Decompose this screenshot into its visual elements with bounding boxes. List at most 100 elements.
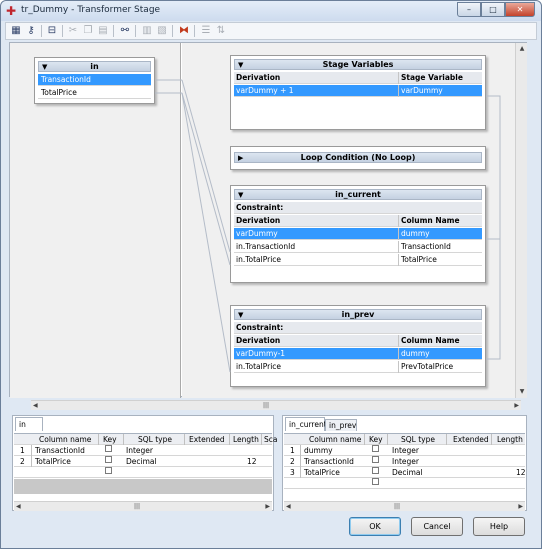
canvas-horizontal-scrollbar[interactable]: ◀ ||| ▶	[31, 400, 521, 410]
loop-condition-panel[interactable]: ▶ Loop Condition (No Loop)	[230, 146, 486, 170]
length-cell[interactable]: 12	[516, 467, 526, 478]
input-link-header[interactable]: ▼ in	[38, 61, 151, 72]
column-name-cell[interactable]: TransactionId	[401, 241, 451, 253]
collapse-triangle-icon[interactable]: ▼	[238, 60, 243, 70]
stage-variables-header[interactable]: ▼ Stage Variables	[234, 59, 482, 70]
input-column-row[interactable]: TransactionId	[38, 74, 151, 86]
loop-condition-header[interactable]: ▶ Loop Condition (No Loop)	[234, 152, 482, 163]
ok-button[interactable]: OK	[349, 517, 401, 536]
stage-variable-row[interactable]: varDummy + 1 varDummy	[234, 85, 482, 97]
column-name-cell[interactable]: TransactionId	[35, 445, 85, 456]
constraints-icon[interactable]: ⚷	[24, 24, 38, 38]
sql-type-cell[interactable]: Decimal	[392, 467, 423, 478]
column-name-cell[interactable]: TotalPrice	[304, 467, 340, 478]
close-button[interactable]: ✕	[505, 2, 535, 17]
table-row[interactable]: 2 TransactionId Integer	[284, 456, 525, 467]
input-link-in[interactable]: ▼ in TransactionId TotalPrice	[34, 57, 155, 104]
scroll-left-icon[interactable]: ◀	[286, 502, 291, 512]
expand-triangle-icon[interactable]: ▶	[238, 153, 243, 163]
key-checkbox[interactable]	[372, 478, 379, 485]
load-column-icon[interactable]: ▥	[140, 24, 154, 38]
grid-horizontal-scrollbar[interactable]: ◀ ||| ▶	[284, 501, 525, 511]
constraint-row[interactable]: Constraint:	[234, 322, 482, 334]
column-name-cell[interactable]: TotalPrice	[401, 254, 437, 266]
cancel-button[interactable]: Cancel	[411, 517, 463, 536]
table-row[interactable]: 3 TotalPrice Decimal 12	[284, 467, 526, 478]
scroll-left-icon[interactable]: ◀	[33, 401, 38, 411]
table-row[interactable]: 2 TotalPrice Decimal 12	[14, 456, 272, 467]
help-button[interactable]: Help	[473, 517, 525, 536]
canvas-vertical-scrollbar[interactable]: ▲ ▼	[515, 43, 527, 398]
paste-icon[interactable]: ▤	[96, 24, 110, 38]
table-row[interactable]: 1 TransactionId Integer	[14, 445, 272, 456]
collapse-triangle-icon[interactable]: ▼	[238, 190, 243, 200]
sql-type-cell[interactable]: Decimal	[126, 456, 157, 467]
stage-variable-cell[interactable]: varDummy	[401, 85, 443, 97]
scroll-right-icon[interactable]: ▶	[514, 401, 519, 411]
column-name-cell[interactable]: dummy	[401, 228, 430, 240]
scroll-down-icon[interactable]: ▼	[516, 386, 528, 397]
tab-in-prev[interactable]: in_prev	[325, 419, 357, 431]
scroll-left-icon[interactable]: ◀	[16, 502, 21, 512]
cut-icon[interactable]: ✂	[66, 24, 80, 38]
show-all-icon[interactable]: ⊟	[45, 24, 59, 38]
output-link-header[interactable]: ▼ in_current	[234, 189, 482, 200]
key-checkbox[interactable]	[372, 445, 379, 452]
table-row[interactable]: 1 dummy Integer	[284, 445, 525, 456]
table-row-new[interactable]	[284, 478, 525, 489]
minimize-button[interactable]: –	[457, 2, 481, 17]
copy-icon[interactable]: ❐	[81, 24, 95, 38]
column-name-cell[interactable]: PrevTotalPrice	[401, 361, 453, 373]
column-name-cell[interactable]: dummy	[304, 445, 333, 456]
find-replace-icon[interactable]: ⚯	[118, 24, 132, 38]
output-link-in-prev[interactable]: ▼ in_prev Constraint: Derivation Column …	[230, 305, 486, 387]
scroll-grip[interactable]: |||	[263, 401, 269, 411]
stage-properties-icon[interactable]: ▦	[9, 24, 23, 38]
tab-in[interactable]: in	[15, 417, 43, 431]
sql-type-cell[interactable]: Integer	[392, 456, 419, 467]
scroll-grip[interactable]: |||	[134, 502, 140, 512]
scroll-right-icon[interactable]: ▶	[265, 502, 270, 512]
grid-horizontal-scrollbar[interactable]: ◀ ||| ▶	[14, 501, 272, 511]
output-link-order-icon[interactable]: ⇅	[214, 24, 228, 38]
key-checkbox[interactable]	[105, 467, 112, 474]
output-link-in-current[interactable]: ▼ in_current Constraint: Derivation Colu…	[230, 185, 486, 283]
length-cell[interactable]: 12	[247, 456, 257, 467]
sql-type-cell[interactable]: Integer	[126, 445, 153, 456]
scroll-up-icon[interactable]: ▲	[516, 43, 528, 54]
key-checkbox[interactable]	[372, 467, 379, 474]
collapse-triangle-icon[interactable]: ▼	[42, 62, 47, 72]
table-row-new[interactable]	[14, 467, 272, 478]
output-link-header[interactable]: ▼ in_prev	[234, 309, 482, 320]
title-bar[interactable]: ✚ tr_Dummy - Transformer Stage – □ ✕	[1, 1, 541, 21]
derivation-cell[interactable]: in.TotalPrice	[236, 254, 281, 266]
derivation-cell[interactable]: varDummy-1	[236, 348, 285, 360]
collapse-triangle-icon[interactable]: ▼	[238, 310, 243, 320]
derivation-cell[interactable]: varDummy + 1	[236, 85, 294, 97]
tab-in-current[interactable]: in_current	[285, 417, 327, 431]
maximize-button[interactable]: □	[481, 2, 505, 17]
sql-type-cell[interactable]: Integer	[392, 445, 419, 456]
derivation-row[interactable]: varDummy dummy	[234, 228, 482, 240]
column-name-cell[interactable]: TotalPrice	[35, 456, 71, 467]
stage-variables-panel[interactable]: ▼ Stage Variables Derivation Stage Varia…	[230, 55, 486, 130]
scroll-grip[interactable]: |||	[394, 502, 400, 512]
column-name-cell[interactable]: dummy	[401, 348, 430, 360]
column-name-cell[interactable]: TransactionId	[304, 456, 354, 467]
key-checkbox[interactable]	[105, 445, 112, 452]
input-column-row[interactable]: TotalPrice	[38, 87, 151, 99]
column-autocomplete-icon[interactable]: ⧓	[177, 24, 191, 38]
derivation-row[interactable]: in.TransactionId TransactionId	[234, 241, 482, 253]
derivation-cell[interactable]: in.TotalPrice	[236, 361, 281, 373]
input-link-order-icon[interactable]: ☰	[199, 24, 213, 38]
derivation-cell[interactable]: varDummy	[236, 228, 278, 240]
save-column-icon[interactable]: ▧	[155, 24, 169, 38]
derivation-row[interactable]: in.TotalPrice TotalPrice	[234, 254, 482, 266]
derivation-cell[interactable]: in.TransactionId	[236, 241, 295, 253]
scroll-right-icon[interactable]: ▶	[518, 502, 523, 512]
constraint-row[interactable]: Constraint:	[234, 202, 482, 214]
derivation-row[interactable]: in.TotalPrice PrevTotalPrice	[234, 361, 482, 373]
derivation-row[interactable]: varDummy-1 dummy	[234, 348, 482, 360]
key-checkbox[interactable]	[372, 456, 379, 463]
key-checkbox[interactable]	[105, 456, 112, 463]
